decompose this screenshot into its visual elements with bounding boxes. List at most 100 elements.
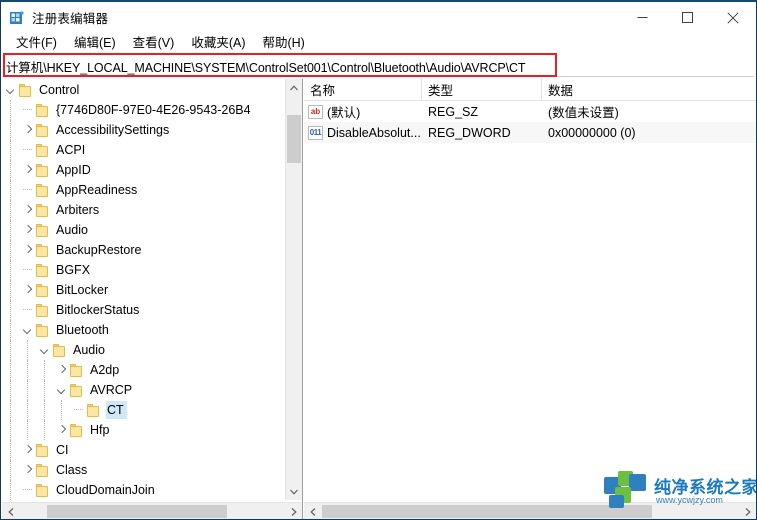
tree-indent xyxy=(2,120,19,140)
values-horizontal-scrollbar[interactable] xyxy=(304,502,756,519)
tree-indent xyxy=(2,380,19,400)
folder-icon xyxy=(36,143,50,157)
title-bar: 注册表编辑器 xyxy=(1,2,756,33)
column-header-data[interactable]: 数据 xyxy=(542,79,756,100)
tree-item-appid[interactable]: AppID xyxy=(2,160,283,180)
chevron-right-icon[interactable] xyxy=(19,460,36,480)
tree-item-a2dp[interactable]: A2dp xyxy=(2,360,283,380)
tree-item-audio[interactable]: Audio xyxy=(2,220,283,240)
folder-icon xyxy=(36,443,50,457)
tree-item-accessibilitysettings[interactable]: AccessibilitySettings xyxy=(2,120,283,140)
chevron-right-icon[interactable] xyxy=(19,200,36,220)
scroll-left-icon[interactable] xyxy=(2,503,19,519)
chevron-down-icon[interactable] xyxy=(53,380,70,400)
chevron-right-icon[interactable] xyxy=(53,420,70,440)
tree-item-acpi[interactable]: ACPI xyxy=(2,140,283,160)
tree-indent xyxy=(19,380,36,400)
chevron-down-icon[interactable] xyxy=(2,80,19,100)
tree-item-clouddomainjoin[interactable]: CloudDomainJoin xyxy=(2,480,283,500)
scroll-down-icon[interactable] xyxy=(286,483,302,500)
value-data-cell: (数值未设置) xyxy=(548,106,619,120)
value-type-cell: REG_SZ xyxy=(428,104,479,119)
value-row[interactable]: 011 DisableAbsolut... REG_DWORD 0x00000000 … xyxy=(304,122,756,143)
tree-item-control[interactable]: Control xyxy=(2,80,283,100)
menu-bar: 文件(F) 编辑(E) 查看(V) 收藏夹(A) 帮助(H) xyxy=(1,33,756,54)
value-data-cell: 0x00000000 (0) xyxy=(548,125,636,140)
tree-item-label: Control xyxy=(39,83,80,97)
chevron-down-icon[interactable] xyxy=(36,340,53,360)
tree-scroll-thumb[interactable] xyxy=(287,115,301,163)
tree-leaf-connector xyxy=(70,400,87,420)
menu-item-edit[interactable]: 编辑(E) xyxy=(66,34,125,53)
menu-item-view[interactable]: 查看(V) xyxy=(125,34,184,53)
tree-item-bitlockerstatus[interactable]: BitlockerStatus xyxy=(2,300,283,320)
column-header-type[interactable]: 类型 xyxy=(422,79,542,100)
chevron-right-icon[interactable] xyxy=(19,160,36,180)
tree-hscroll-thumb[interactable] xyxy=(47,505,227,518)
tree-item-bitlocker[interactable]: BitLocker xyxy=(2,280,283,300)
tree-indent xyxy=(2,460,19,480)
tree-item-7746d80f-97e0-4e26-9543-26b4[interactable]: {7746D80F-97E0-4E26-9543-26B4 xyxy=(2,100,283,120)
column-header-name[interactable]: 名称 xyxy=(304,79,422,100)
values-hscroll-thumb[interactable] xyxy=(322,505,652,518)
value-row[interactable]: ab (默认) REG_SZ (数值未设置) xyxy=(304,101,756,122)
folder-icon xyxy=(36,263,50,277)
chevron-right-icon[interactable] xyxy=(19,120,36,140)
menu-item-help[interactable]: 帮助(H) xyxy=(254,34,313,53)
folder-icon xyxy=(53,343,67,357)
tree-item-class[interactable]: Class xyxy=(2,460,283,480)
tree-item-label: CloudDomainJoin xyxy=(56,483,155,497)
registry-tree[interactable]: Control {7746D80F-97E0-4E26-9543-26B4 Acce… xyxy=(2,79,283,500)
address-bar-container: 计算机\HKEY_LOCAL_MACHINE\SYSTEM\ControlSet… xyxy=(1,54,756,79)
menu-item-file[interactable]: 文件(F) xyxy=(8,34,66,53)
tree-item-ci[interactable]: CI xyxy=(2,440,283,460)
tree-item-label: CI xyxy=(56,443,69,457)
values-scroll-right-icon[interactable] xyxy=(739,503,756,519)
values-list[interactable]: ab (默认) REG_SZ (数值未设置) 011 DisableAbsolut... R… xyxy=(304,101,756,500)
tree-indent xyxy=(19,360,36,380)
tree-indent xyxy=(2,360,19,380)
tree-indent xyxy=(2,400,19,420)
tree-vertical-scrollbar[interactable] xyxy=(285,79,302,500)
chevron-right-icon[interactable] xyxy=(53,360,70,380)
tree-item-avrcp[interactable]: AVRCP xyxy=(2,380,283,400)
tree-item-appreadiness[interactable]: AppReadiness xyxy=(2,180,283,200)
tree-leaf-connector xyxy=(19,140,36,160)
tree-indent xyxy=(53,400,70,420)
scroll-right-icon[interactable] xyxy=(285,503,302,519)
chevron-right-icon[interactable] xyxy=(19,240,36,260)
maximize-button[interactable] xyxy=(665,2,710,33)
tree-item-label: CT xyxy=(106,401,127,419)
tree-indent xyxy=(2,440,19,460)
menu-item-favorites[interactable]: 收藏夹(A) xyxy=(183,34,254,53)
minimize-button[interactable] xyxy=(620,2,665,33)
tree-item-arbiters[interactable]: Arbiters xyxy=(2,200,283,220)
chevron-right-icon[interactable] xyxy=(19,280,36,300)
tree-item-bluetooth[interactable]: Bluetooth xyxy=(2,320,283,340)
address-bar[interactable]: 计算机\HKEY_LOCAL_MACHINE\SYSTEM\ControlSet… xyxy=(2,55,754,77)
close-button[interactable] xyxy=(710,2,756,33)
chevron-right-icon[interactable] xyxy=(19,440,36,460)
values-scroll-left-icon[interactable] xyxy=(304,503,321,519)
tree-leaf-connector xyxy=(19,480,36,500)
tree-item-label: AccessibilitySettings xyxy=(56,123,170,137)
tree-item-backuprestore[interactable]: BackupRestore xyxy=(2,240,283,260)
folder-icon xyxy=(36,463,50,477)
folder-icon xyxy=(87,403,101,417)
chevron-right-icon[interactable] xyxy=(19,220,36,240)
tree-indent xyxy=(36,360,53,380)
tree-indent xyxy=(2,240,19,260)
tree-item-label: BackupRestore xyxy=(56,243,142,257)
tree-item-label: Audio xyxy=(56,223,88,237)
tree-item-audio[interactable]: Audio xyxy=(2,340,283,360)
tree-indent xyxy=(2,100,19,120)
tree-item-hfp[interactable]: Hfp xyxy=(2,420,283,440)
tree-item-bgfx[interactable]: BGFX xyxy=(2,260,283,280)
scroll-up-icon[interactable] xyxy=(286,79,302,96)
tree-item-label: BitLocker xyxy=(56,283,109,297)
tree-horizontal-scrollbar[interactable] xyxy=(2,502,302,519)
tree-indent xyxy=(2,260,19,280)
registry-editor-window: 注册表编辑器 文件(F) 编辑(E) 查看(V) 收藏夹(A) 帮助(H) 计算… xyxy=(0,0,757,520)
tree-item-ct[interactable]: CT xyxy=(2,400,283,420)
chevron-down-icon[interactable] xyxy=(19,320,36,340)
